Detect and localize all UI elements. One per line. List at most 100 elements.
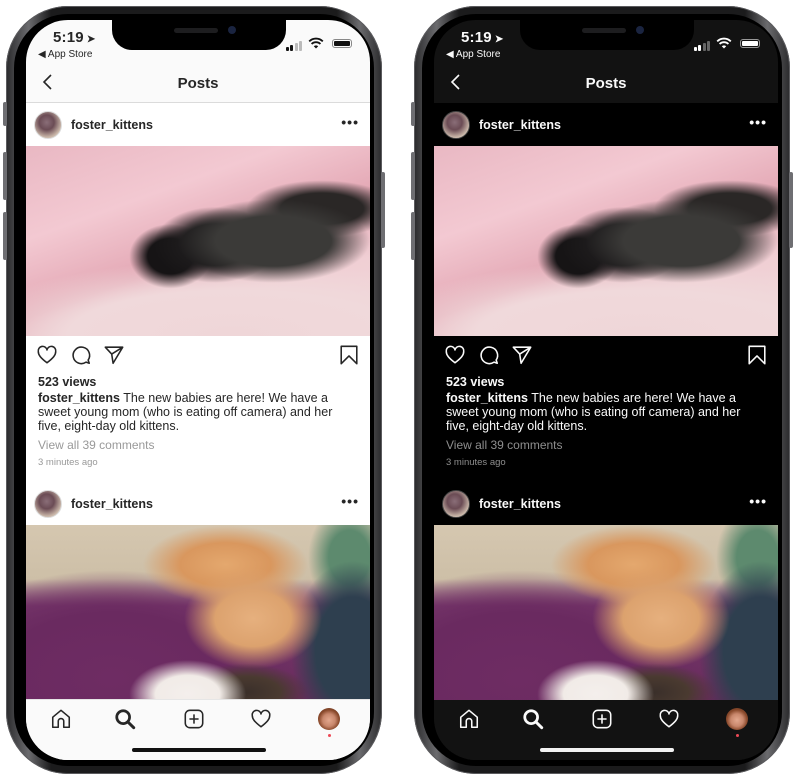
post: foster_kittens ••• xyxy=(434,482,778,700)
feed: foster_kittens ••• 523 views foster_kitt… xyxy=(26,103,370,700)
page-title: Posts xyxy=(177,74,219,92)
tab-bar xyxy=(26,699,370,760)
phone-dark-mode: 5:19 ➤ ◀ App Store Posts foster_kittens •… xyxy=(411,6,793,774)
comment-icon[interactable] xyxy=(70,344,92,366)
search-icon xyxy=(115,709,136,730)
more-options-icon[interactable]: ••• xyxy=(749,494,767,508)
post: foster_kittens ••• 523 views foster_kitt… xyxy=(26,103,370,468)
notification-dot xyxy=(736,734,739,737)
new-post-icon xyxy=(592,709,612,729)
phone-light-mode: 5:19 ➤ ◀ App Store Posts foster_kittens •… xyxy=(3,6,385,774)
volume-up-button xyxy=(411,152,415,200)
bookmark-icon[interactable] xyxy=(338,344,360,366)
volume-down-button xyxy=(411,212,415,260)
wifi-icon xyxy=(716,37,732,49)
tab-activity[interactable] xyxy=(656,706,682,732)
post-actions xyxy=(434,336,778,374)
post-header: foster_kittens ••• xyxy=(434,103,778,146)
cellular-signal-icon xyxy=(693,41,710,51)
screen: 5:19 ➤ ◀ App Store Posts foster_kittens •… xyxy=(434,20,778,760)
status-time: 5:19 ➤ xyxy=(53,29,96,46)
tab-profile[interactable] xyxy=(724,706,750,737)
post-username[interactable]: foster_kittens xyxy=(479,497,561,511)
post-photo-kittens[interactable] xyxy=(434,525,778,700)
comment-icon[interactable] xyxy=(478,344,500,366)
wifi-icon xyxy=(308,37,324,49)
post-photo-kittens[interactable] xyxy=(26,525,370,700)
view-comments-link[interactable]: View all 39 comments xyxy=(434,433,778,452)
post-username[interactable]: foster_kittens xyxy=(479,118,561,132)
post-caption: foster_kittens The new babies are here! … xyxy=(26,389,370,433)
battery-icon xyxy=(332,39,352,48)
post-username[interactable]: foster_kittens xyxy=(71,118,153,132)
view-count: 523 views xyxy=(38,375,97,389)
post-video-newborn-kittens[interactable] xyxy=(434,146,778,336)
battery-icon xyxy=(740,39,760,48)
post: foster_kittens ••• 523 views foster_kitt… xyxy=(434,103,778,468)
post-timestamp: 3 minutes ago xyxy=(446,457,506,468)
notch xyxy=(520,20,694,50)
tab-new-post[interactable] xyxy=(181,706,207,732)
back-chevron-icon[interactable] xyxy=(38,72,58,92)
tab-profile[interactable] xyxy=(316,706,342,737)
tab-home[interactable] xyxy=(456,706,482,732)
post-caption: foster_kittens The new babies are here! … xyxy=(434,389,778,433)
back-to-app-link[interactable]: ◀ App Store xyxy=(446,49,500,60)
view-count: 523 views xyxy=(446,375,505,389)
side-button xyxy=(381,172,385,248)
tab-bar xyxy=(434,700,778,760)
screen: 5:19 ➤ ◀ App Store Posts foster_kittens •… xyxy=(26,20,370,760)
more-options-icon[interactable]: ••• xyxy=(341,115,359,129)
new-post-icon xyxy=(184,709,204,729)
post-username[interactable]: foster_kittens xyxy=(71,497,153,511)
avatar[interactable] xyxy=(442,489,470,518)
home-icon xyxy=(459,709,479,729)
home-icon xyxy=(51,709,71,729)
profile-avatar xyxy=(726,708,748,730)
share-icon[interactable] xyxy=(511,344,533,366)
location-arrow-icon: ➤ xyxy=(86,34,96,45)
share-icon[interactable] xyxy=(103,344,125,366)
search-icon xyxy=(523,709,544,730)
bookmark-icon[interactable] xyxy=(746,344,768,366)
tab-search[interactable] xyxy=(112,706,138,732)
home-indicator[interactable] xyxy=(132,748,266,752)
side-button xyxy=(789,172,793,248)
mute-switch xyxy=(3,102,7,126)
status-time: 5:19 ➤ xyxy=(461,29,504,46)
home-indicator[interactable] xyxy=(540,748,674,752)
avatar[interactable] xyxy=(34,110,62,139)
nav-bar: Posts xyxy=(434,64,778,102)
location-arrow-icon: ➤ xyxy=(494,34,504,45)
post-header: foster_kittens ••• xyxy=(26,482,370,525)
feed: foster_kittens ••• 523 views foster_kitt… xyxy=(434,103,778,700)
post-video-newborn-kittens[interactable] xyxy=(26,146,370,336)
more-options-icon[interactable]: ••• xyxy=(341,494,359,508)
activity-heart-icon xyxy=(659,709,679,728)
volume-down-button xyxy=(3,212,7,260)
caption-username[interactable]: foster_kittens xyxy=(446,391,528,405)
avatar[interactable] xyxy=(34,489,62,518)
page-title: Posts xyxy=(585,74,627,92)
heart-icon[interactable] xyxy=(36,344,58,366)
notification-dot xyxy=(328,734,331,737)
post: foster_kittens ••• xyxy=(26,482,370,700)
back-to-app-link[interactable]: ◀ App Store xyxy=(38,49,92,60)
volume-up-button xyxy=(3,152,7,200)
view-comments-link[interactable]: View all 39 comments xyxy=(26,433,370,452)
caption-username[interactable]: foster_kittens xyxy=(38,391,120,405)
profile-avatar xyxy=(318,708,340,730)
back-chevron-icon[interactable] xyxy=(446,72,466,92)
tab-activity[interactable] xyxy=(248,706,274,732)
tab-home[interactable] xyxy=(48,706,74,732)
post-timestamp: 3 minutes ago xyxy=(38,457,98,468)
mute-switch xyxy=(411,102,415,126)
more-options-icon[interactable]: ••• xyxy=(749,115,767,129)
nav-bar: Posts xyxy=(26,64,370,103)
cellular-signal-icon xyxy=(285,41,302,51)
tab-search[interactable] xyxy=(520,706,546,732)
heart-icon[interactable] xyxy=(444,344,466,366)
post-header: foster_kittens ••• xyxy=(434,482,778,525)
avatar[interactable] xyxy=(442,110,470,139)
tab-new-post[interactable] xyxy=(589,706,615,732)
